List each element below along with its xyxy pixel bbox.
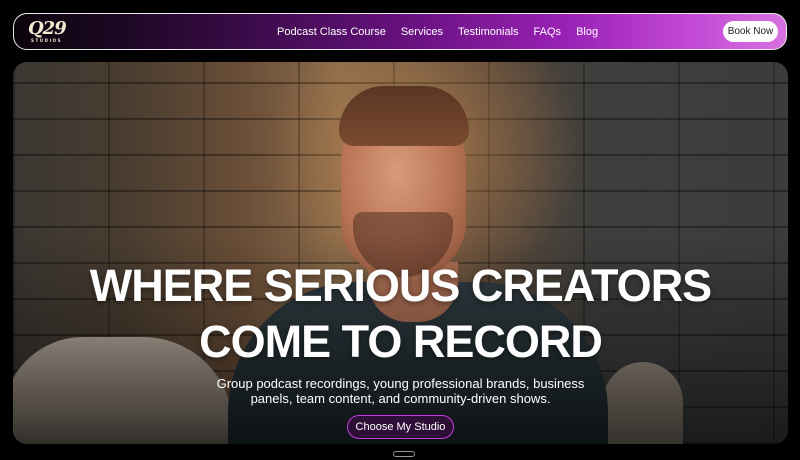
hero-title: WHERE SERIOUS CREATORS COME TO RECORD: [13, 258, 788, 370]
logo-subtext: STUDIOS: [31, 38, 63, 43]
nav-link-faqs[interactable]: FAQs: [534, 26, 562, 38]
nav-link-podcast-class-course[interactable]: Podcast Class Course: [277, 26, 386, 38]
nav-links: Podcast Class Course Services Testimonia…: [277, 14, 598, 49]
hero-title-line1: WHERE SERIOUS CREATORS: [89, 260, 712, 311]
choose-my-studio-button[interactable]: Choose My Studio: [347, 415, 454, 439]
hero-subtitle: Group podcast recordings, young professi…: [13, 376, 788, 406]
nav-link-testimonials[interactable]: Testimonials: [458, 26, 519, 38]
hero-section: WHERE SERIOUS CREATORS COME TO RECORD Gr…: [13, 62, 788, 444]
hero-subtitle-line2: panels, team content, and community-driv…: [250, 391, 551, 406]
hero-subtitle-line1: Group podcast recordings, young professi…: [216, 376, 585, 391]
scroll-indicator[interactable]: [393, 451, 415, 457]
top-navbar: Q29 STUDIOS Podcast Class Course Service…: [13, 13, 787, 50]
nav-link-blog[interactable]: Blog: [576, 26, 598, 38]
hero-title-line2: COME TO RECORD: [199, 316, 603, 367]
book-now-button[interactable]: Book Now: [723, 21, 778, 42]
page: Q29 STUDIOS Podcast Class Course Service…: [0, 0, 800, 460]
brand-logo[interactable]: Q29 STUDIOS: [28, 18, 68, 45]
logo-mark: Q29: [28, 18, 67, 39]
nav-link-services[interactable]: Services: [401, 26, 443, 38]
